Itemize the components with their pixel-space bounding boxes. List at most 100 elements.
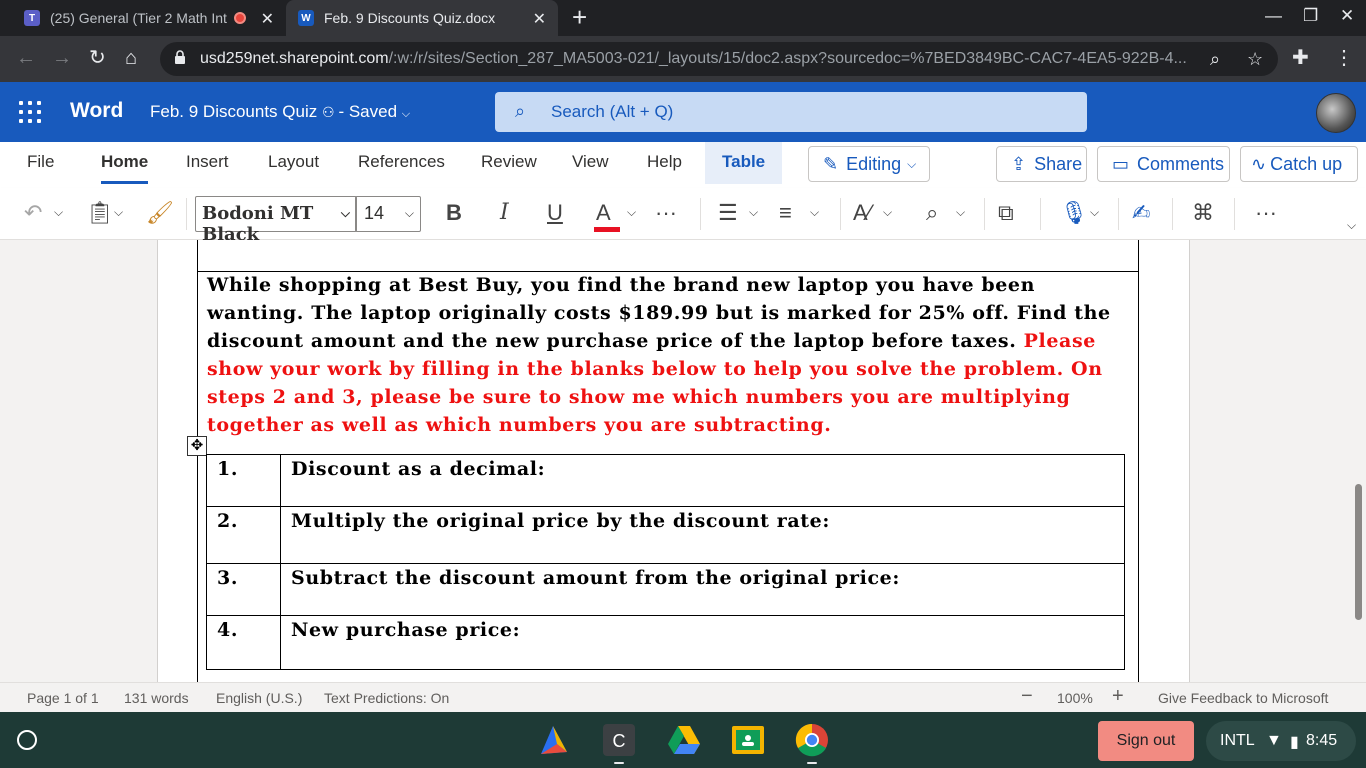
tab-insert[interactable]: Insert xyxy=(186,152,229,172)
styles-icon[interactable]: A⁄ xyxy=(853,201,871,225)
tab-home[interactable]: Home xyxy=(101,152,149,184)
find-icon[interactable]: ⌕ xyxy=(926,201,938,225)
word-count[interactable]: 131 words xyxy=(124,690,189,706)
chevron-down-icon[interactable]: ⌵ xyxy=(114,205,123,220)
extensions-icon[interactable]: ✚ xyxy=(1292,47,1309,69)
home-ribbon: ↶ ⌵ 📋︎ ⌵ 🖌︎ Bodoni MT Black ⌵ 14 ⌵ B I U… xyxy=(0,188,1366,245)
forward-icon[interactable]: → xyxy=(52,47,72,69)
google-drive-icon[interactable] xyxy=(666,722,702,758)
chevron-down-icon[interactable]: ⌵ xyxy=(54,205,63,220)
search-input[interactable]: ⌕ Search (Alt + Q) xyxy=(495,92,1087,132)
app-launcher-icon[interactable] xyxy=(19,101,41,123)
more-options-icon[interactable]: ··· xyxy=(1255,201,1277,225)
font-name-select[interactable]: Bodoni MT Black ⌵ xyxy=(195,196,357,245)
page-count: Page 1 of 1 xyxy=(27,690,99,706)
bookmark-star-icon[interactable]: ☆ xyxy=(1247,49,1263,70)
text-predictions-status[interactable]: Text Predictions: On xyxy=(324,690,449,706)
italic-icon[interactable]: I xyxy=(500,201,509,225)
chevron-down-icon[interactable]: ⌵ xyxy=(883,205,892,220)
step-number[interactable]: 2. xyxy=(206,506,281,564)
zoom-out-icon[interactable]: − xyxy=(1021,685,1033,708)
undo-icon[interactable]: ↶ xyxy=(24,201,42,225)
zoom-icon[interactable]: ⌕ xyxy=(1210,49,1220,70)
step-number[interactable]: 1. xyxy=(206,454,281,507)
step-text[interactable]: Subtract the discount amount from the or… xyxy=(280,563,1125,616)
editing-mode-button[interactable]: ✎ Editing ⌵ xyxy=(808,146,930,182)
google-classroom-icon[interactable] xyxy=(730,722,766,758)
browser-tab-word[interactable]: W Feb. 9 Discounts Quiz.docx ✕ xyxy=(286,0,558,36)
browser-tab-teams[interactable]: T (25) General (Tier 2 Math Int ✕ xyxy=(10,0,286,36)
chevron-down-icon[interactable]: ⌵ xyxy=(1090,205,1099,220)
reload-icon[interactable]: ↻ xyxy=(89,47,106,69)
steps-table: 1. Discount as a decimal: 2. Multiply th… xyxy=(206,454,1125,670)
classlink-app-icon[interactable]: C xyxy=(601,722,637,758)
status-tray[interactable]: INTL ▼ ▮ 8:45 xyxy=(1206,721,1356,761)
font-size-select[interactable]: 14 ⌵ xyxy=(355,196,421,232)
restore-icon[interactable]: ❐ xyxy=(1303,6,1318,26)
dictate-icon[interactable]: 🎙︎ xyxy=(1060,201,1088,225)
step-number[interactable]: 3. xyxy=(206,563,281,616)
home-icon[interactable]: ⌂ xyxy=(125,47,137,69)
lock-icon xyxy=(175,50,185,64)
bold-icon[interactable]: B xyxy=(446,201,462,225)
word-problem[interactable]: While shopping at Best Buy, you find the… xyxy=(207,271,1132,439)
catch-up-button[interactable]: ∿ Catch up xyxy=(1240,146,1358,182)
chevron-down-icon[interactable]: ⌵ xyxy=(627,205,636,220)
browser-toolbar: ← → ↻ ⌂ usd259net.sharepoint.com/:w:/r/s… xyxy=(0,36,1366,82)
tab-layout[interactable]: Layout xyxy=(268,152,319,172)
back-icon[interactable]: ← xyxy=(16,47,36,69)
chevron-down-icon[interactable]: ⌵ xyxy=(956,205,965,220)
bullets-icon[interactable]: ☰ xyxy=(718,201,738,225)
step-text[interactable]: New purchase price: xyxy=(280,615,1125,670)
tab-references[interactable]: References xyxy=(358,152,445,172)
step-text[interactable]: Discount as a decimal: xyxy=(280,454,1125,507)
avatar[interactable] xyxy=(1316,93,1356,133)
divider xyxy=(840,198,841,230)
address-bar[interactable]: usd259net.sharepoint.com/:w:/r/sites/Sec… xyxy=(160,42,1278,76)
collapse-ribbon-icon[interactable]: ⌵ xyxy=(1347,218,1356,233)
tab-help[interactable]: Help xyxy=(647,152,682,172)
sign-out-button[interactable]: Sign out xyxy=(1098,721,1194,761)
step-number[interactable]: 4. xyxy=(206,615,281,670)
close-tab-icon[interactable]: ✕ xyxy=(261,9,274,29)
font-color-icon[interactable]: A xyxy=(594,201,620,232)
app-name[interactable]: Word xyxy=(70,99,123,123)
align-icon[interactable]: ≡ xyxy=(779,201,792,225)
chrome-icon[interactable] xyxy=(794,722,830,758)
browser-menu-icon[interactable]: ⋮ xyxy=(1334,47,1354,69)
chevron-down-icon[interactable]: ⌵ xyxy=(810,205,819,220)
language-status[interactable]: English (U.S.) xyxy=(216,690,302,706)
close-tab-icon[interactable]: ✕ xyxy=(533,9,546,29)
table-move-handle-icon[interactable]: ✥ xyxy=(187,436,207,456)
document-page[interactable]: While shopping at Best Buy, you find the… xyxy=(157,240,1190,682)
format-painter-icon[interactable]: 🖌︎ xyxy=(146,201,174,225)
more-font-options-icon[interactable]: ··· xyxy=(655,201,677,225)
comments-button[interactable]: ▭ Comments xyxy=(1097,146,1230,182)
table-row: 2. Multiply the original price by the di… xyxy=(206,506,1125,564)
feedback-link[interactable]: Give Feedback to Microsoft xyxy=(1158,690,1328,706)
zoom-level[interactable]: 100% xyxy=(1057,690,1093,706)
zoom-in-icon[interactable]: + xyxy=(1112,685,1124,708)
new-tab-button[interactable]: + xyxy=(572,4,587,30)
chevron-down-icon[interactable]: ⌵ xyxy=(749,205,758,220)
launcher-icon[interactable] xyxy=(17,730,37,750)
tab-view[interactable]: View xyxy=(572,152,609,172)
document-title[interactable]: Feb. 9 Discounts Quiz ⚇ - Saved ⌵ xyxy=(150,102,410,122)
ribbon-tabs: File Home Insert Layout References Revie… xyxy=(0,142,1366,188)
minimize-icon[interactable]: — xyxy=(1265,6,1282,26)
designer-icon[interactable]: ⌘ xyxy=(1192,201,1214,225)
step-text[interactable]: Multiply the original price by the disco… xyxy=(280,506,1125,564)
paste-icon[interactable]: 📋︎ xyxy=(86,201,114,225)
tab-review[interactable]: Review xyxy=(481,152,537,172)
kami-app-icon[interactable] xyxy=(537,722,573,758)
underline-icon[interactable]: U xyxy=(547,201,563,225)
immersive-reader-icon[interactable]: ⧉ xyxy=(998,201,1014,225)
tab-file[interactable]: File xyxy=(27,152,54,172)
share-button[interactable]: ⇪ Share xyxy=(996,146,1087,182)
tab-table[interactable]: Table xyxy=(722,152,765,172)
scrollbar-thumb[interactable] xyxy=(1355,484,1362,620)
divider xyxy=(1040,198,1041,230)
vertical-scrollbar[interactable] xyxy=(1352,240,1366,682)
editor-icon[interactable]: ✍︎ xyxy=(1132,201,1150,225)
close-window-icon[interactable]: ✕ xyxy=(1340,6,1354,26)
